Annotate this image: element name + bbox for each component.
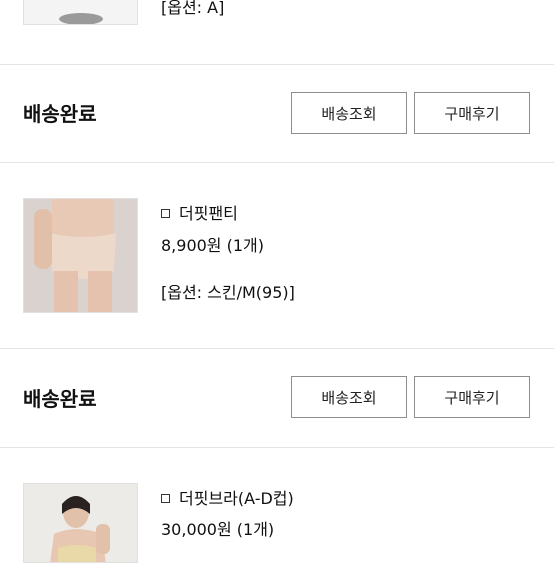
section-divider [0,162,554,163]
section-divider [0,447,554,448]
product-name-row[interactable]: 더핏브라(A-D컵) [161,485,294,509]
write-review-button[interactable]: 구매후기 [414,92,530,134]
section-divider [0,348,554,349]
product-option: [옵션: 스킨/M(95)] [161,283,295,302]
product-option: [옵션: A] [161,0,225,17]
product-name: 더핏팬티 [179,204,238,223]
product-price: 30,000원 (1개) [161,520,275,539]
product-name-row[interactable]: 더핏팬티 [161,200,238,224]
checkbox-icon[interactable] [161,208,170,218]
product-image-icon [24,199,137,312]
write-review-button[interactable]: 구매후기 [414,376,530,418]
product-image-icon [24,0,137,24]
track-delivery-button[interactable]: 배송조회 [291,376,407,418]
checkbox-icon[interactable] [161,493,170,503]
product-thumbnail[interactable] [23,483,138,563]
section-divider [0,64,554,65]
product-image-icon [24,484,137,562]
product-price: 8,900원 (1개) [161,236,264,255]
track-delivery-button[interactable]: 배송조회 [291,92,407,134]
product-thumbnail[interactable] [23,0,138,25]
product-thumbnail[interactable] [23,198,138,313]
delivery-status: 배송완료 [23,102,97,126]
product-name: 더핏브라(A-D컵) [179,489,294,508]
delivery-status: 배송완료 [23,387,97,411]
